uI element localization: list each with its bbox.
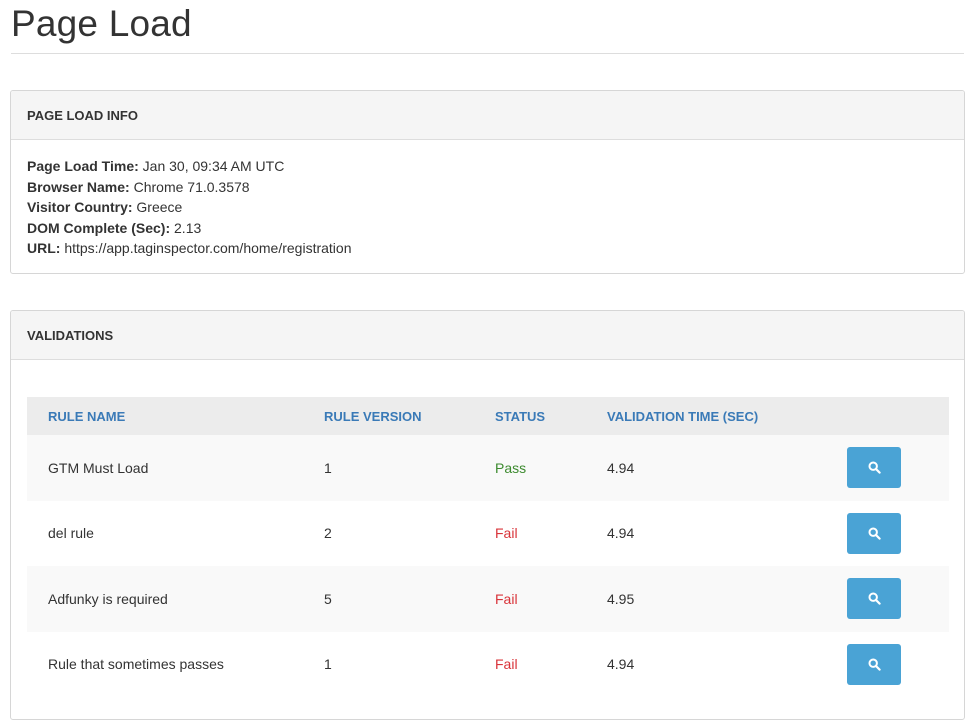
rule-version-cell: 5 <box>324 590 332 607</box>
actions-cell <box>826 501 949 567</box>
table-row: Rule that sometimes passes 1 Fail 4.94 <box>27 631 949 698</box>
status-cell: Fail <box>495 525 518 542</box>
search-icon <box>867 527 881 540</box>
info-value: Jan 30, 09:34 AM UTC <box>142 158 285 174</box>
info-label: DOM Complete (Sec): <box>27 219 171 236</box>
status-cell: Pass <box>495 459 527 476</box>
validation-time-cell: 4.95 <box>607 590 635 607</box>
status-cell: Fail <box>495 590 518 607</box>
info-value: Greece <box>136 199 183 215</box>
title-divider <box>11 53 964 54</box>
table-header-row: RULE NAME RULE VERSION STATUS VALIDATION… <box>27 397 949 435</box>
view-details-button[interactable] <box>847 578 901 620</box>
column-header-rule-version[interactable]: RULE VERSION <box>303 397 474 435</box>
page-title: Page Load <box>11 3 192 44</box>
info-row-browser-name: Browser Name: Chrome 71.0.3578 <box>27 177 948 198</box>
rule-version-cell: 1 <box>324 459 332 476</box>
search-icon <box>867 461 881 474</box>
info-row-visitor-country: Visitor Country: Greece <box>27 197 948 218</box>
view-details-button[interactable] <box>847 512 901 554</box>
page-load-info-heading: PAGE LOAD INFO <box>11 91 964 140</box>
column-header-status[interactable]: STATUS <box>474 397 586 435</box>
info-label: Visitor Country: <box>27 199 133 215</box>
column-header-validation-time[interactable]: VALIDATION TIME (SEC) <box>586 397 826 435</box>
search-icon <box>867 592 881 605</box>
actions-cell <box>826 566 949 632</box>
rule-name-cell: Rule that sometimes passes <box>48 656 224 673</box>
view-details-button[interactable] <box>847 643 901 685</box>
column-header-actions <box>826 397 949 435</box>
info-value: Chrome 71.0.3578 <box>133 178 250 195</box>
validation-time-cell: 4.94 <box>607 525 635 542</box>
page-load-info-panel: PAGE LOAD INFO Page Load Time: Jan 30, 0… <box>10 90 965 274</box>
rule-name-cell: del rule <box>48 525 94 542</box>
table-row: del rule 2 Fail 4.94 <box>27 500 949 567</box>
validations-heading: VALIDATIONS <box>11 311 964 360</box>
info-value: https://app.taginspector.com/home/regist… <box>64 240 352 256</box>
info-label: URL: <box>27 240 61 256</box>
rule-version-cell: 2 <box>324 525 332 542</box>
search-icon <box>867 658 881 671</box>
rule-name-cell: GTM Must Load <box>48 459 149 476</box>
actions-cell <box>826 435 949 501</box>
table-row: Adfunky is required 5 Fail 4.95 <box>27 566 949 632</box>
info-row-dom-complete: DOM Complete (Sec): 2.13 <box>27 218 948 239</box>
validation-time-cell: 4.94 <box>607 656 635 673</box>
page-load-info-body: Page Load Time: Jan 30, 09:34 AM UTC Bro… <box>11 140 964 259</box>
validations-table: RULE NAME RULE VERSION STATUS VALIDATION… <box>27 397 949 697</box>
info-row-page-load-time: Page Load Time: Jan 30, 09:34 AM UTC <box>27 156 948 177</box>
column-header-rule-name[interactable]: RULE NAME <box>27 397 303 435</box>
validation-time-cell: 4.94 <box>607 459 635 476</box>
info-label: Page Load Time: <box>27 158 139 174</box>
validations-table-wrap: RULE NAME RULE VERSION STATUS VALIDATION… <box>27 397 949 697</box>
actions-cell <box>826 632 949 698</box>
info-value: 2.13 <box>174 219 202 236</box>
validations-panel: VALIDATIONS RULE NAME RULE VERSION STATU… <box>10 310 965 720</box>
view-details-button[interactable] <box>847 447 901 489</box>
rule-version-cell: 1 <box>324 656 332 673</box>
status-cell: Fail <box>495 656 518 673</box>
info-row-url: URL: https://app.taginspector.com/home/r… <box>27 238 948 259</box>
table-row: GTM Must Load 1 Pass 4.94 <box>27 435 949 501</box>
rule-name-cell: Adfunky is required <box>48 590 168 607</box>
info-label: Browser Name: <box>27 178 130 195</box>
